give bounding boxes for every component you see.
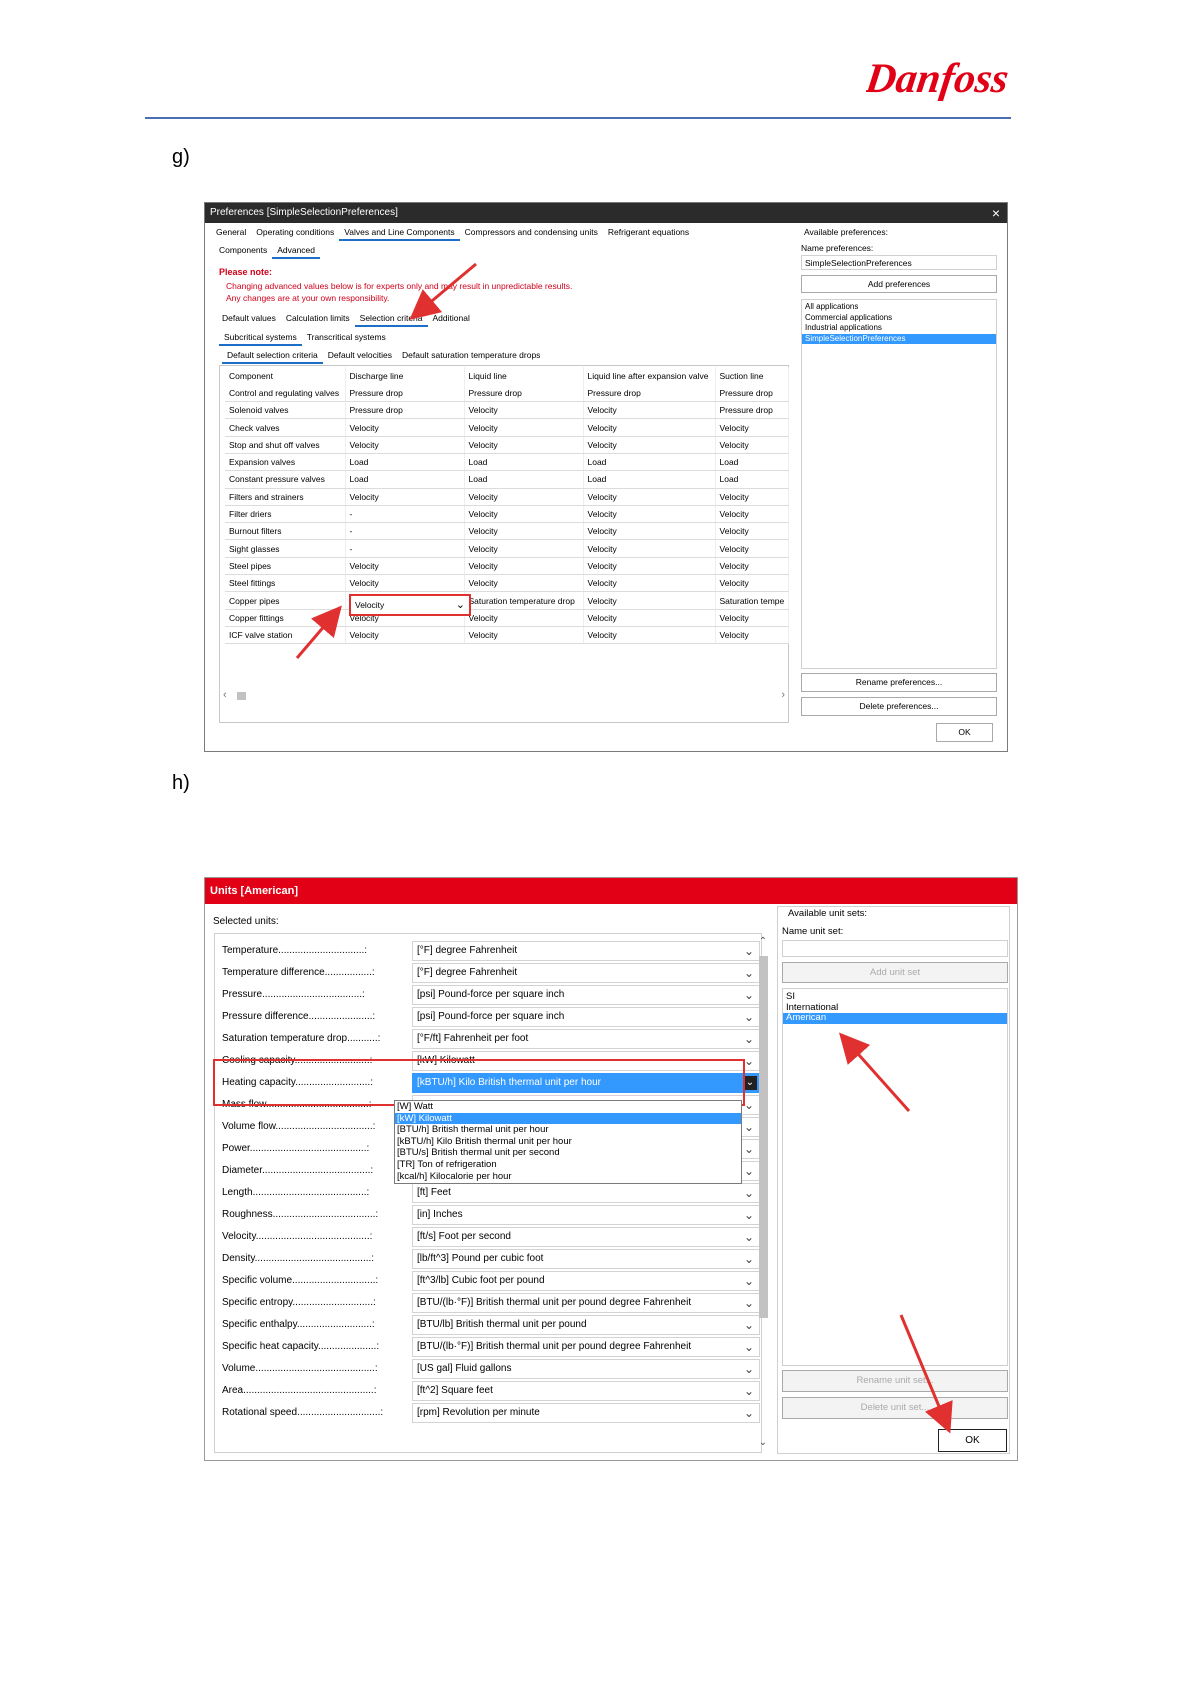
- arrow-to-selection-criteria: [409, 262, 477, 320]
- arrow-to-ok: [899, 1314, 953, 1434]
- arrow-to-copper-pipes: [295, 605, 342, 659]
- annotation-arrows: [295, 262, 953, 1434]
- arrow-to-american: [839, 1032, 911, 1112]
